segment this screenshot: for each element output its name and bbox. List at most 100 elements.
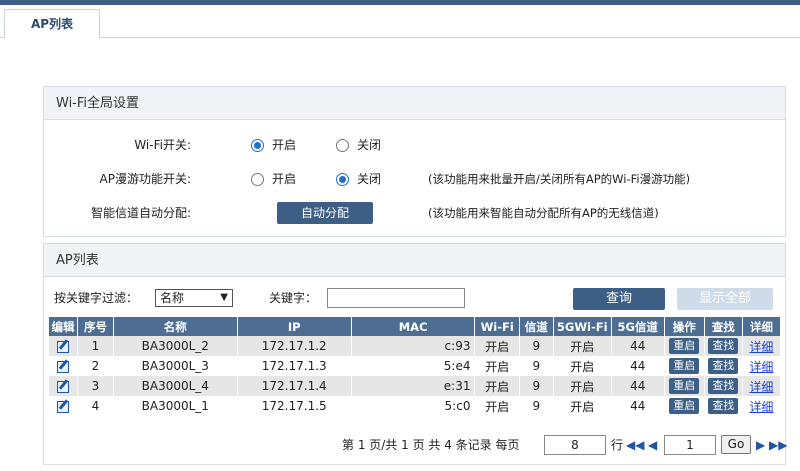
radio-checked-icon (336, 172, 349, 186)
radio-checked-icon (251, 138, 264, 152)
wifi-cell: 开启 (474, 336, 520, 356)
first-page-icon[interactable]: ◀◀ (626, 438, 644, 452)
wifi-off-radio[interactable]: 关闭 (336, 138, 381, 152)
reboot-button[interactable]: 重启 (669, 338, 700, 354)
show-all-button[interactable]: 显示全部 (677, 288, 773, 310)
prev-page-icon[interactable]: ◀ (648, 438, 657, 452)
reboot-button[interactable]: 重启 (669, 358, 700, 374)
reboot-button[interactable]: 重启 (669, 378, 700, 394)
index-cell: 2 (77, 356, 114, 376)
channel-cell: 9 (519, 356, 554, 376)
wifi5g-cell: 开启 (553, 376, 612, 396)
col-header: 操作 (664, 317, 705, 336)
per-page-input[interactable]: 8 (544, 435, 606, 455)
detail-link[interactable]: 详细 (749, 360, 773, 374)
chevron-down-icon: ▼ (220, 292, 228, 303)
detail-link[interactable]: 详细 (749, 380, 773, 394)
query-button[interactable]: 查询 (573, 288, 665, 310)
wifi5g-cell: 开启 (553, 396, 612, 416)
tab-ap-list[interactable]: AP列表 (4, 9, 100, 39)
col-header: Wi-Fi (474, 317, 520, 336)
table-row: 2 BA3000L_3 172.17.1.3 5:e4 开启 9 开启 44 重… (49, 356, 782, 376)
detail-link[interactable]: 详细 (749, 400, 773, 414)
radio-label: 开启 (272, 172, 297, 186)
edit-cell[interactable] (49, 336, 79, 356)
mac-cell: e:31 (351, 376, 476, 396)
channel-cell: 9 (519, 376, 554, 396)
find-button[interactable]: 查找 (708, 378, 739, 394)
edit-icon[interactable] (57, 340, 70, 353)
last-page-icon[interactable]: ▶▶ (769, 438, 787, 452)
roaming-on-radio[interactable]: 开启 (251, 172, 296, 186)
wifi-global-settings-panel: Wi-Fi全局设置 Wi-Fi开关: 开启 关闭 AP漫游功能开关: 开启 关闭… (43, 86, 786, 237)
mac-cell: 5:e4 (351, 356, 476, 376)
wifi-cell: 开启 (474, 356, 520, 376)
radio-unchecked-icon (251, 172, 264, 186)
edit-cell[interactable] (49, 396, 79, 416)
table-row: 1 BA3000L_2 172.17.1.2 c:93 开启 9 开启 44 重… (49, 336, 782, 356)
pager-summary: 第 1 页/共 1 页 共 4 条记录 每页 (342, 438, 520, 452)
radio-label: 关闭 (357, 172, 382, 186)
channel5g-cell: 44 (611, 396, 665, 416)
ip-cell: 172.17.1.4 (237, 376, 352, 396)
channel-assign-row: 智能信道自动分配: 自动分配 (该功能用来智能自动分配所有AP的无线信道) (44, 202, 787, 224)
wifi5g-cell: 开启 (553, 356, 612, 376)
go-button[interactable]: Go (721, 435, 751, 454)
name-cell: BA3000L_4 (113, 376, 238, 396)
panel-title: AP列表 (44, 244, 785, 277)
ap-list-panel: AP列表 按关键字过滤： 名称 ▼ 关键字： 查询 显示全部 编辑 序号 名称 … (43, 243, 787, 465)
mac-cell: c:93 (351, 336, 476, 356)
radio-unchecked-icon (336, 138, 349, 152)
wifi-on-radio[interactable]: 开启 (251, 138, 296, 152)
col-header: 详细 (742, 317, 782, 336)
channel-assign-label: 智能信道自动分配: (90, 206, 191, 220)
edit-icon[interactable] (57, 360, 70, 373)
keyword-input[interactable] (327, 288, 465, 308)
edit-icon[interactable] (57, 400, 70, 413)
find-button[interactable]: 查找 (708, 358, 739, 374)
reboot-button[interactable]: 重启 (669, 398, 700, 414)
channel5g-cell: 44 (611, 336, 665, 356)
col-header: 信道 (519, 317, 554, 336)
panel-title: Wi-Fi全局设置 (44, 87, 785, 120)
detail-link[interactable]: 详细 (749, 340, 773, 354)
filter-field-select[interactable]: 名称 ▼ (155, 289, 233, 307)
channel5g-cell: 44 (611, 356, 665, 376)
filter-label: 按关键字过滤： (54, 291, 139, 305)
auto-assign-button[interactable]: 自动分配 (277, 202, 373, 224)
rows-unit-label: 行 (611, 438, 624, 452)
edit-cell[interactable] (49, 356, 79, 376)
roaming-off-radio[interactable]: 关闭 (336, 172, 381, 186)
radio-label: 开启 (272, 138, 297, 152)
col-header: 5GWi-Fi (553, 317, 612, 336)
index-cell: 4 (77, 396, 114, 416)
col-header: 查找 (704, 317, 743, 336)
col-header: 序号 (77, 317, 114, 336)
ip-cell: 172.17.1.2 (237, 336, 352, 356)
wifi-switch-row: Wi-Fi开关: 开启 关闭 (44, 134, 787, 156)
find-button[interactable]: 查找 (708, 338, 739, 354)
channel-cell: 9 (519, 336, 554, 356)
col-header: MAC (351, 317, 476, 336)
edit-icon[interactable] (57, 380, 70, 393)
wifi-cell: 开启 (474, 396, 520, 416)
name-cell: BA3000L_2 (113, 336, 238, 356)
col-header: 名称 (113, 317, 238, 336)
page-number-input[interactable]: 1 (664, 435, 716, 455)
roaming-switch-row: AP漫游功能开关: 开启 关闭 (该功能用来批量开启/关闭所有AP的Wi-Fi漫… (44, 168, 787, 190)
col-header: IP (237, 317, 352, 336)
find-button[interactable]: 查找 (708, 398, 739, 414)
mac-cell: 5:c0 (351, 396, 476, 416)
channel-assign-note: (该功能用来智能自动分配所有AP的无线信道) (428, 206, 659, 220)
channel5g-cell: 44 (611, 376, 665, 396)
keyword-label: 关键字： (269, 291, 318, 305)
tab-bar: AP列表 (0, 5, 800, 39)
wifi-switch-label: Wi-Fi开关: (134, 138, 191, 152)
next-page-icon[interactable]: ▶ (756, 438, 765, 452)
channel-cell: 9 (519, 396, 554, 416)
table-row: 4 BA3000L_1 172.17.1.5 5:c0 开启 9 开启 44 重… (49, 396, 782, 416)
edit-cell[interactable] (49, 376, 79, 396)
select-value: 名称 (160, 291, 185, 305)
table-header-row: 编辑 序号 名称 IP MAC Wi-Fi 信道 5GWi-Fi 5G信道 操作… (49, 317, 782, 336)
index-cell: 3 (77, 376, 114, 396)
